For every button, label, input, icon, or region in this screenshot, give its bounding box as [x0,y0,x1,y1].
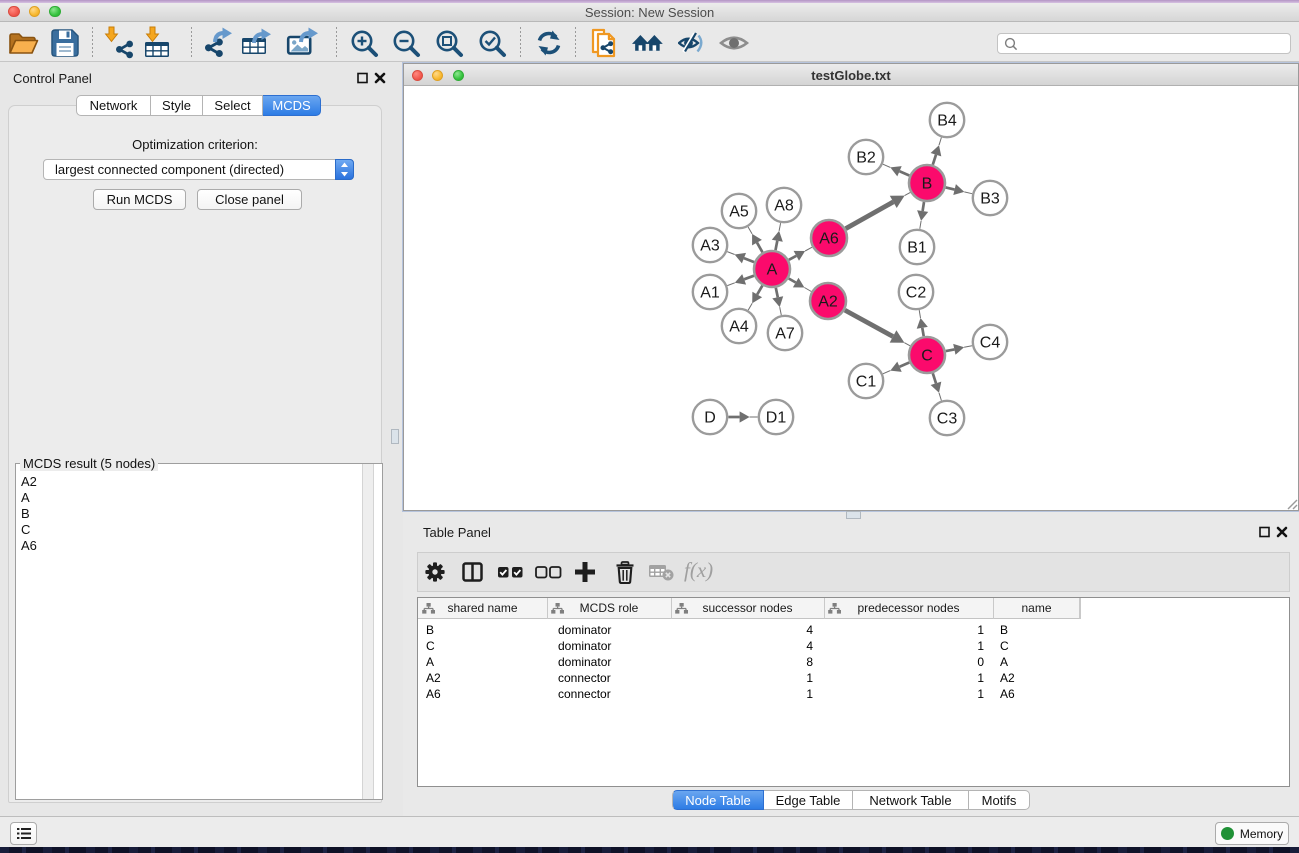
svg-text:A3: A3 [700,238,720,255]
svg-text:B4: B4 [937,113,957,130]
svg-text:D: D [704,410,716,427]
svg-text:B3: B3 [980,191,1000,208]
svg-text:B2: B2 [856,150,876,167]
svg-text:C1: C1 [856,374,877,391]
svg-text:D1: D1 [766,410,787,427]
svg-text:C4: C4 [980,335,1001,352]
svg-text:C3: C3 [937,411,958,428]
svg-text:A7: A7 [775,326,795,343]
svg-text:C: C [921,348,933,365]
svg-text:A4: A4 [729,319,749,336]
svg-text:A5: A5 [729,204,749,221]
svg-text:A: A [767,262,778,279]
svg-text:C2: C2 [906,285,927,302]
svg-text:A8: A8 [774,198,794,215]
svg-text:A2: A2 [818,294,838,311]
svg-text:A6: A6 [819,231,839,248]
svg-text:B1: B1 [907,240,927,257]
svg-text:A1: A1 [700,285,720,302]
svg-text:B: B [922,176,933,193]
